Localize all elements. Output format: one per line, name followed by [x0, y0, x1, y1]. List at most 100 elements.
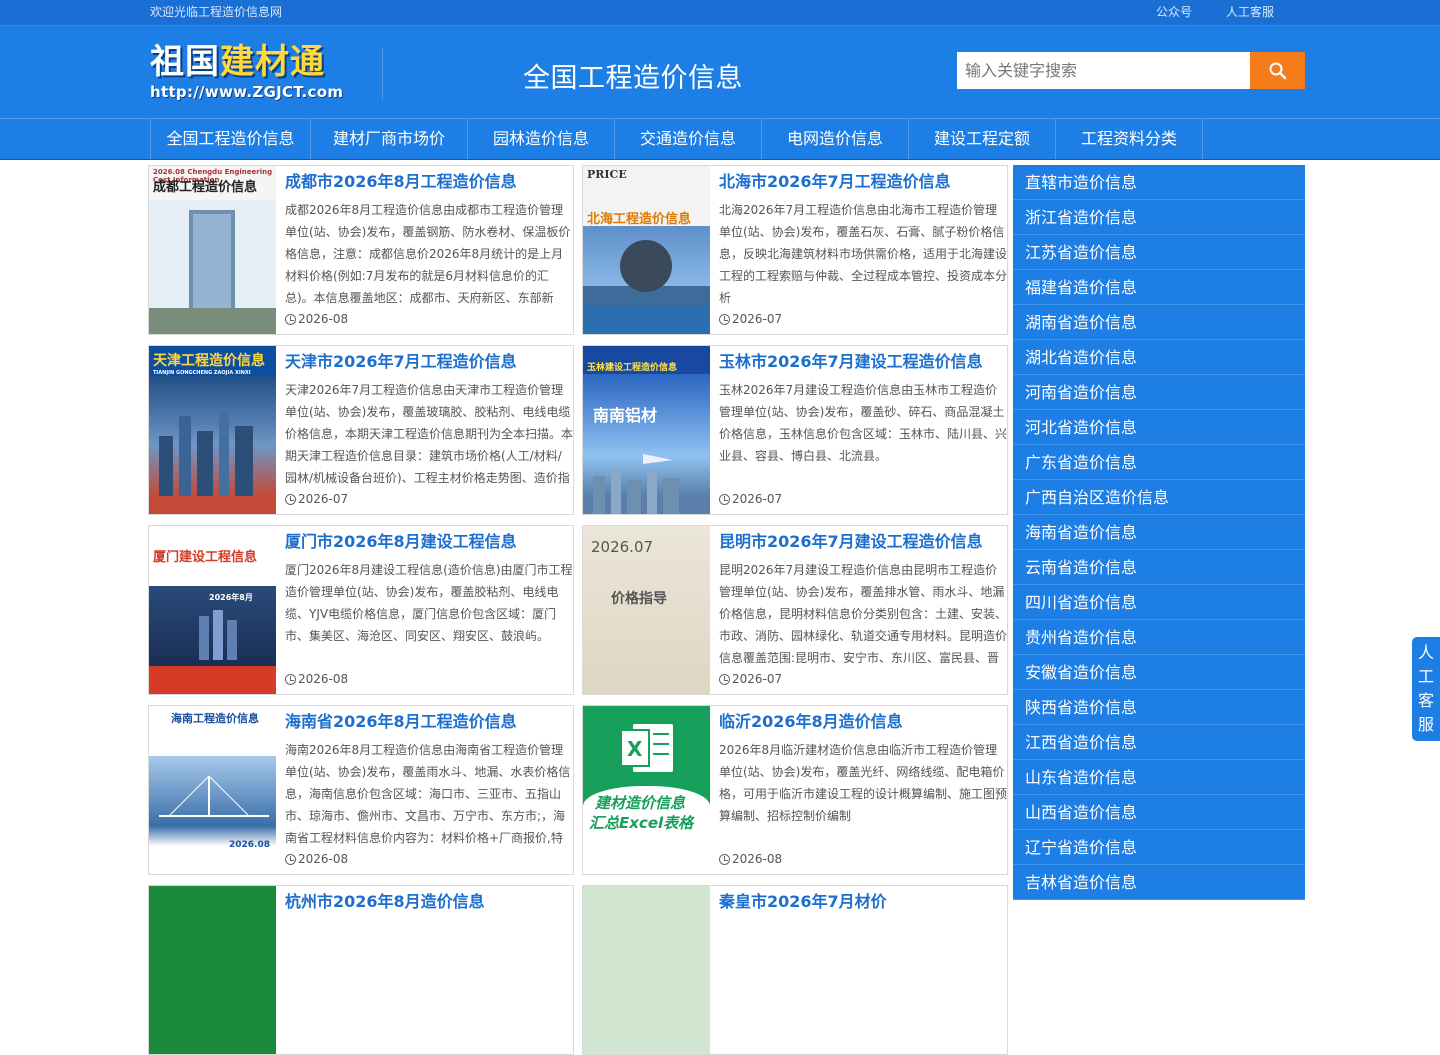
nav-item-manufacturer-price[interactable]: 建材厂商市场价: [311, 119, 468, 159]
cover-title-text: 价格指导: [611, 591, 667, 607]
floating-customer-service-button[interactable]: 人 工 客 服: [1412, 637, 1440, 741]
cover-top-text: 2026.08: [229, 840, 270, 850]
list-item[interactable]: 天津工程造价信息 TIANJIN GONGCHENG ZAOJIA XINXI …: [148, 345, 574, 515]
clock-icon: [719, 493, 730, 505]
list-item[interactable]: 玉林建设工程造价信息 南南铝材 玉林市2026年7月建设工程造价信息 玉林202…: [582, 345, 1008, 515]
search-button[interactable]: [1250, 52, 1305, 89]
card-description: 北海2026年7月工程造价信息由北海市工程造价管理单位(站、协会)发布，覆盖石灰…: [719, 203, 1007, 305]
cover-image[interactable]: [583, 886, 710, 1054]
sidebar-item-hunan[interactable]: 湖南省造价信息: [1013, 305, 1305, 340]
sidebar-item-guangxi[interactable]: 广西自治区造价信息: [1013, 480, 1305, 515]
cover-image[interactable]: 厦门建设工程信息 2026年8月: [149, 526, 276, 694]
card-description: 厦门2026年8月建设工程信息(造价信息)由厦门市工程造价管理单位(站、协会)发…: [285, 563, 573, 643]
card-title[interactable]: 秦皇市2026年7月材价: [719, 890, 1007, 914]
nav-item-national-cost[interactable]: 全国工程造价信息: [151, 119, 311, 159]
sidebar-item-guangdong[interactable]: 广东省造价信息: [1013, 445, 1305, 480]
card-date: 2026-08: [285, 309, 573, 329]
card-title[interactable]: 杭州市2026年8月造价信息: [285, 890, 573, 914]
customer-service-link[interactable]: 人工客服: [1226, 0, 1274, 25]
card-date: 2026-07: [719, 309, 1007, 329]
search-form: [957, 52, 1305, 89]
card-title[interactable]: 昆明市2026年7月建设工程造价信息: [719, 530, 1007, 554]
clock-icon: [285, 493, 296, 505]
list-item[interactable]: 厦门建设工程信息 2026年8月 厦门市2026年8月建设工程信息 厦门2026…: [148, 525, 574, 695]
cover-title-text: 天津工程造价信息: [153, 353, 265, 369]
kefu-char: 客: [1417, 691, 1434, 710]
sidebar-item-fujian[interactable]: 福建省造价信息: [1013, 270, 1305, 305]
sidebar-item-jiangsu[interactable]: 江苏省造价信息: [1013, 235, 1305, 270]
cover-top-text: PRICE: [587, 168, 627, 181]
card-date: 2026-08: [285, 849, 573, 869]
sidebar-item-shandong[interactable]: 山东省造价信息: [1013, 760, 1305, 795]
sidebar-item-zhejiang[interactable]: 浙江省造价信息: [1013, 200, 1305, 235]
cover-image[interactable]: 2026.08 Chengdu Engineering Cost Informa…: [149, 166, 276, 334]
card-title[interactable]: 玉林市2026年7月建设工程造价信息: [719, 350, 1007, 374]
logo-text-b: 建材通: [220, 42, 325, 82]
site-header: 祖国建材通 http://www.ZGJCT.com 全国工程造价信息: [0, 25, 1440, 118]
card-title[interactable]: 北海市2026年7月工程造价信息: [719, 170, 1007, 194]
cover-image[interactable]: PRICE 北海工程造价信息: [583, 166, 710, 334]
sidebar-item-yunnan[interactable]: 云南省造价信息: [1013, 550, 1305, 585]
card-description: 天津2026年7月工程造价信息由天津市工程造价管理单位(站、协会)发布，覆盖玻璃…: [285, 383, 573, 485]
wechat-public-link[interactable]: 公众号: [1156, 0, 1192, 25]
list-item[interactable]: X 建材造价信息 汇总Excel表格 临沂2026年8月造价信息 2026年8月…: [582, 705, 1008, 875]
cover-globe-art: [583, 240, 710, 334]
cover-image[interactable]: 天津工程造价信息 TIANJIN GONGCHENG ZAOJIA XINXI: [149, 346, 276, 514]
clock-icon: [719, 853, 730, 865]
clock-icon: [285, 313, 296, 325]
nav-item-landscape-cost[interactable]: 园林造价信息: [468, 119, 615, 159]
cover-skyline-art: [159, 406, 253, 496]
list-item[interactable]: 2026.08 Chengdu Engineering Cost Informa…: [148, 165, 574, 335]
sidebar-item-shanxi[interactable]: 山西省造价信息: [1013, 795, 1305, 830]
cover-title-text: 北海工程造价信息: [587, 212, 692, 227]
cover-image[interactable]: 2026.07 价格指导: [583, 526, 710, 694]
card-title[interactable]: 厦门市2026年8月建设工程信息: [285, 530, 573, 554]
sidebar-item-anhui[interactable]: 安徽省造价信息: [1013, 655, 1305, 690]
cover-top-text: TIANJIN GONGCHENG ZAOJIA XINXI: [153, 370, 251, 376]
clock-icon: [285, 673, 296, 685]
card-title[interactable]: 天津市2026年7月工程造价信息: [285, 350, 573, 374]
search-input[interactable]: [957, 52, 1250, 89]
cover-image[interactable]: X 建材造价信息 汇总Excel表格: [583, 706, 710, 874]
card-title[interactable]: 海南省2026年8月工程造价信息: [285, 710, 573, 734]
cover-image[interactable]: [149, 886, 276, 1054]
cover-top-text: 汇总Excel表格: [589, 814, 694, 832]
clock-icon: [285, 853, 296, 865]
sidebar-item-jiangxi[interactable]: 江西省造价信息: [1013, 725, 1305, 760]
clock-icon: [719, 673, 730, 685]
sidebar-item-henan[interactable]: 河南省造价信息: [1013, 375, 1305, 410]
sidebar-item-shaanxi[interactable]: 陕西省造价信息: [1013, 690, 1305, 725]
list-item[interactable]: 海南工程造价信息 2026.08 海南省2026年8月工程造价信息 海南2026…: [148, 705, 574, 875]
cover-building-art: [149, 210, 276, 334]
excel-icon: X: [620, 724, 673, 772]
card-description: 昆明2026年7月建设工程造价信息由昆明市工程造价管理单位(站、协会)发布，覆盖…: [719, 563, 1007, 665]
sidebar-item-hainan[interactable]: 海南省造价信息: [1013, 515, 1305, 550]
site-title: 全国工程造价信息: [523, 63, 743, 94]
cover-top-text: 2026.07: [591, 538, 654, 556]
card-date: 2026-07: [719, 489, 1007, 509]
sidebar-item-hebei[interactable]: 河北省造价信息: [1013, 410, 1305, 445]
nav-item-traffic-cost[interactable]: 交通造价信息: [615, 119, 762, 159]
card-date: 2026-08: [285, 669, 573, 689]
sidebar-item-liaoning[interactable]: 辽宁省造价信息: [1013, 830, 1305, 865]
sidebar-item-jilin[interactable]: 吉林省造价信息: [1013, 865, 1305, 900]
list-item[interactable]: 2026.07 价格指导 昆明市2026年7月建设工程造价信息 昆明2026年7…: [582, 525, 1008, 695]
svg-text:X: X: [627, 737, 643, 761]
list-item[interactable]: 秦皇市2026年7月材价: [582, 885, 1008, 1055]
nav-item-document-category[interactable]: 工程资料分类: [1056, 119, 1203, 159]
sidebar-item-sichuan[interactable]: 四川省造价信息: [1013, 585, 1305, 620]
sidebar-item-municipality[interactable]: 直辖市造价信息: [1013, 165, 1305, 200]
nav-item-quota[interactable]: 建设工程定额: [909, 119, 1056, 159]
cover-image[interactable]: 玉林建设工程造价信息 南南铝材: [583, 346, 710, 514]
card-date-text: 2026-07: [732, 312, 783, 326]
list-item[interactable]: PRICE 北海工程造价信息 北海市2026年7月工程造价信息 北海2026年7…: [582, 165, 1008, 335]
nav-item-grid-cost[interactable]: 电网造价信息: [762, 119, 909, 159]
cover-bridge-art: [159, 775, 269, 817]
card-title[interactable]: 临沂2026年8月造价信息: [719, 710, 1007, 734]
card-title[interactable]: 成都市2026年8月工程造价信息: [285, 170, 573, 194]
cover-image[interactable]: 海南工程造价信息 2026.08: [149, 706, 276, 874]
site-logo[interactable]: 祖国建材通 http://www.ZGJCT.com: [150, 42, 360, 108]
sidebar-item-guizhou[interactable]: 贵州省造价信息: [1013, 620, 1305, 655]
list-item[interactable]: 杭州市2026年8月造价信息: [148, 885, 574, 1055]
sidebar-item-hubei[interactable]: 湖北省造价信息: [1013, 340, 1305, 375]
